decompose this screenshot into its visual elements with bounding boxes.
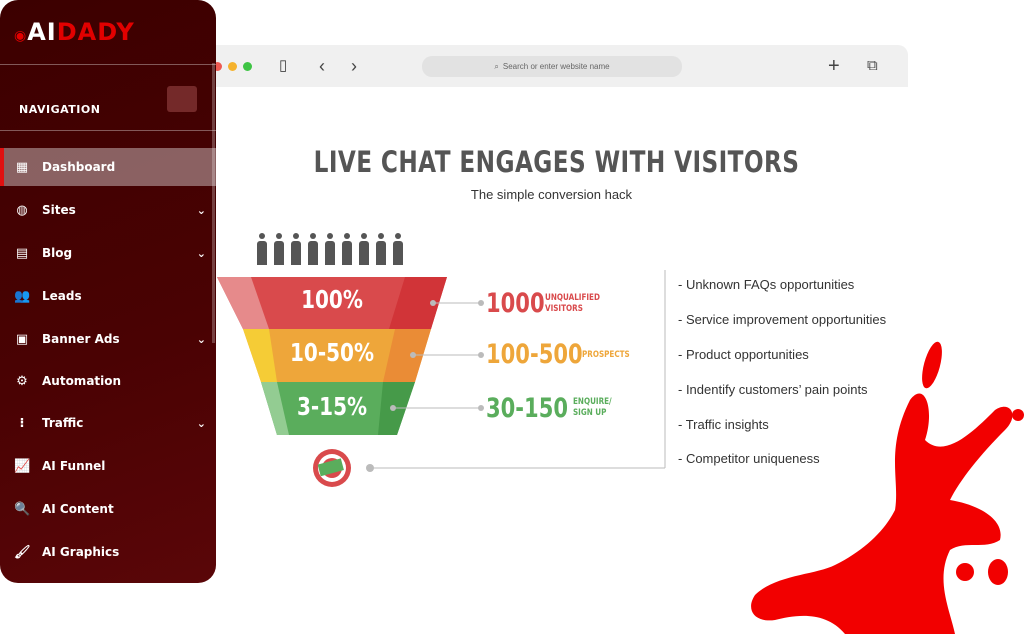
chevron-down-icon: ⌄ [196, 416, 206, 430]
sidebar-item-ai-content[interactable]: 🔍 AI Content [0, 490, 216, 528]
chevron-down-icon: ⌄ [196, 203, 206, 217]
sidebar-item-label: AI Funnel [42, 459, 106, 473]
newspaper-icon: ▤ [15, 245, 29, 261]
target-money-icon [313, 449, 351, 487]
divider [0, 130, 216, 131]
globe-icon: ◍ [16, 202, 28, 218]
stage-3-label: ENQUIRE/SIGN UP [573, 397, 612, 419]
benefit-item: - Unknown FAQs opportunities [678, 277, 855, 292]
sidebar-item-ai-funnel[interactable]: 📈 AI Funnel [0, 447, 216, 485]
image-icon: ▣ [15, 331, 29, 347]
sidebar-item-label: Sites [42, 203, 76, 217]
stage-3-count: 30-150 [486, 393, 569, 424]
stage-2-percent: 10-50% [289, 338, 374, 367]
sidebar-item-dashboard[interactable]: ▦ Dashboard [0, 148, 216, 186]
sidebar-item-label: Banner Ads [42, 332, 120, 346]
sidebar-item-leads[interactable]: 👥 Leads [0, 277, 216, 315]
sidebar-item-banner-ads[interactable]: ▣ Banner Ads ⌄ [0, 320, 216, 358]
gear-icon: ⚙ [16, 373, 28, 389]
stage-3-label-line1: ENQUIRE/ [573, 397, 612, 407]
brand-logo: ◉AIDADY [14, 18, 135, 46]
sidebar-item-automation[interactable]: ⚙ Automation [0, 362, 216, 400]
stage-1-label-line1: UNQUALIFIED [545, 293, 600, 303]
sidebar-item-blog[interactable]: ▤ Blog ⌄ [0, 234, 216, 272]
navigation-heading: NAVIGATION [19, 103, 101, 116]
red-splash-decoration [751, 341, 1024, 634]
stage-1-label: UNQUALIFIED VISITORS [545, 293, 600, 315]
sidebar-item-label: Blog [42, 246, 73, 260]
sidebar-item-ai-graphics[interactable]: 🖌 AI Graphics [0, 533, 216, 571]
stage-1-percent: 100% [301, 285, 363, 314]
stage-2-count: 100-500 [486, 339, 583, 370]
sidebar-item-sites[interactable]: ◍ Sites ⌄ [0, 191, 216, 229]
stage-1-label-line2: VISITORS [545, 304, 583, 314]
sidebar-item-traffic[interactable]: ⁝ Traffic ⌄ [0, 404, 216, 442]
sidebar: ◉AIDADY NAVIGATION ▦ Dashboard ◍ Sites ⌄ ▤ B… [0, 0, 216, 583]
stage-2-label: PROSPECTS [582, 350, 630, 360]
sidebar-item-label: AI Content [42, 502, 114, 516]
calendar-decoration-icon [167, 86, 197, 112]
stage-3-label-line2: SIGN UP [573, 408, 607, 418]
dashboard-icon: ▦ [15, 159, 29, 175]
users-icon: 👥 [14, 288, 31, 304]
traffic-light-icon: ⁝ [19, 415, 25, 431]
sidebar-item-label: Leads [42, 289, 82, 303]
stage-3-percent: 3-15% [296, 392, 368, 421]
chevron-down-icon: ⌄ [196, 246, 206, 260]
sidebar-item-label: AI Graphics [42, 545, 120, 559]
benefit-item: - Service improvement opportunities [678, 312, 887, 327]
sidebar-item-label: Traffic [42, 416, 84, 430]
sidebar-item-label: Dashboard [42, 160, 116, 174]
divider [0, 64, 216, 65]
sidebar-item-label: Automation [42, 374, 122, 388]
brush-icon: 🖌 [14, 544, 31, 560]
search-icon: 🔍 [14, 501, 31, 517]
chart-line-icon: 📈 [14, 458, 31, 474]
chevron-down-icon: ⌄ [196, 332, 206, 346]
stage-1-count: 1000 [486, 288, 545, 319]
